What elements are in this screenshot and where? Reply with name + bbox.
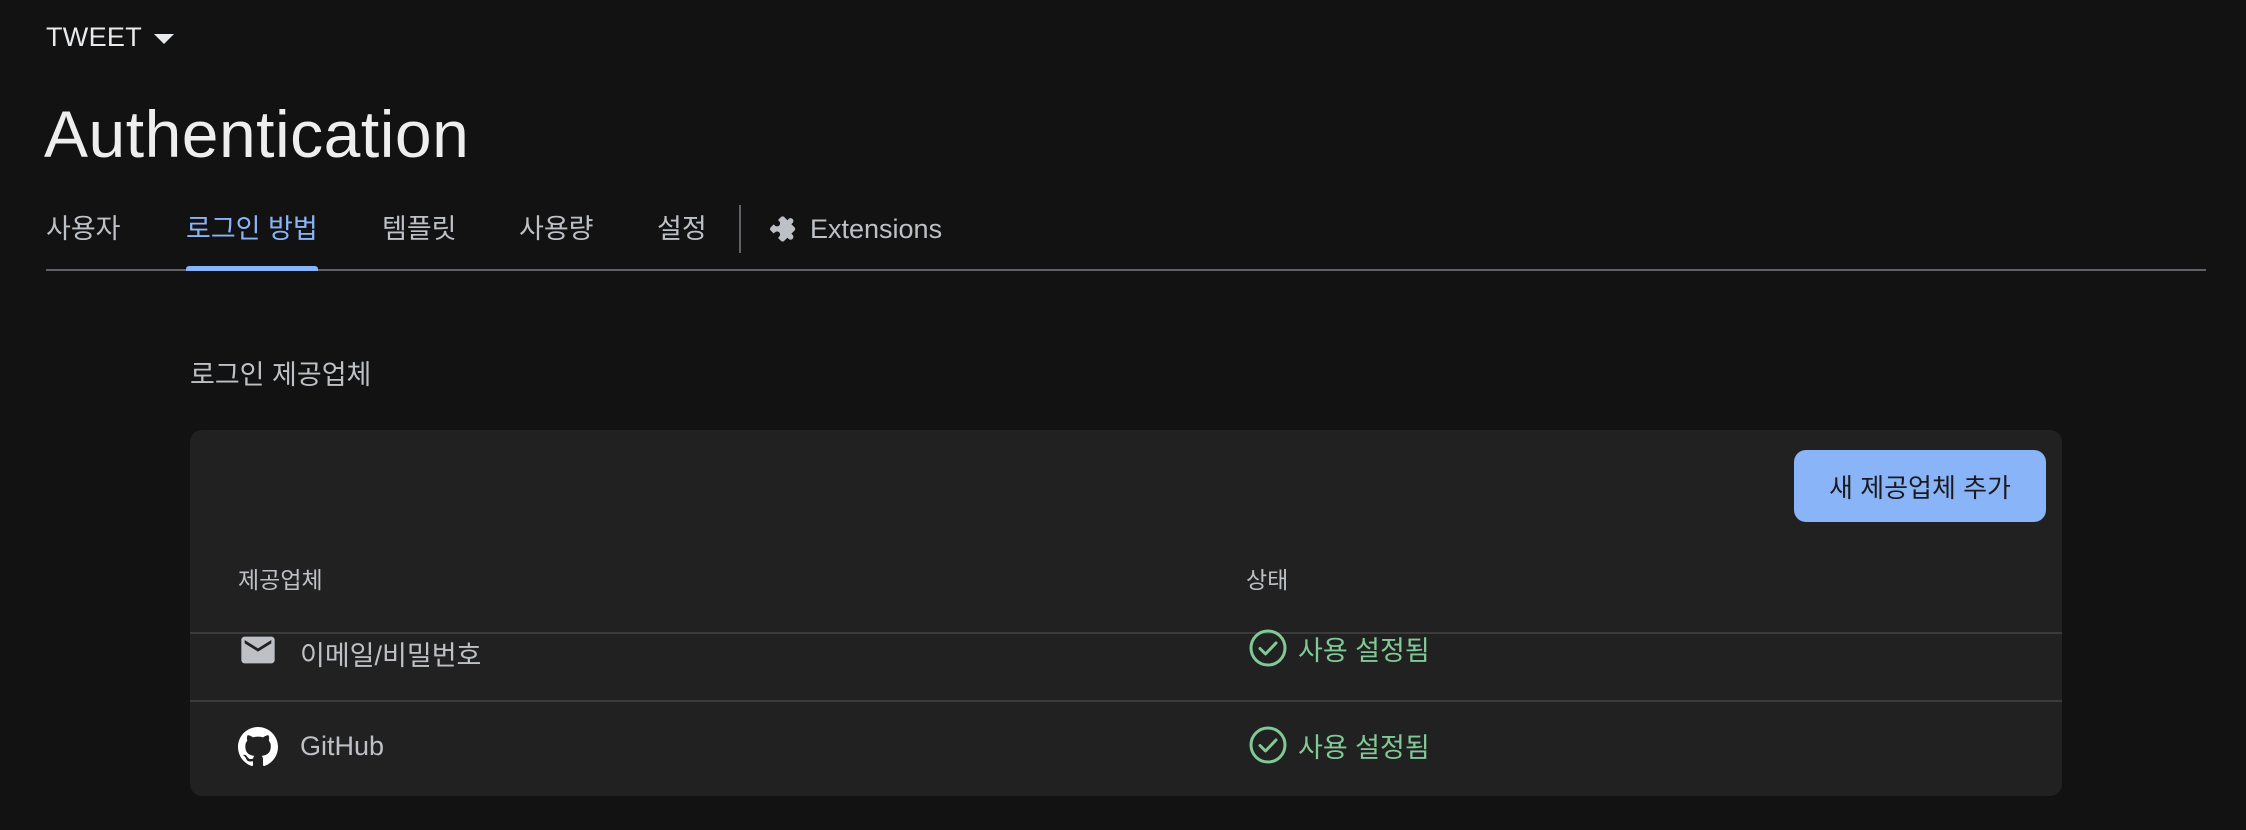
tab-templates[interactable]: 템플릿 <box>382 205 457 269</box>
status-badge: 사용 설정됨 <box>1248 628 1430 668</box>
table-row[interactable]: 이메일/비밀번호 사용 설정됨 <box>190 604 2062 702</box>
tab-extensions[interactable]: Extensions <box>770 205 942 253</box>
page: TWEET Authentication 사용자 로그인 방법 템플릿 사용량 … <box>0 0 2246 830</box>
providers-card: 새 제공업체 추가 제공업체 상태 이메일/비밀번호 사용 설정됨 GitHub… <box>190 430 2062 796</box>
column-header-status: 상태 <box>1246 567 1289 593</box>
add-provider-button[interactable]: 새 제공업체 추가 <box>1794 450 2046 522</box>
tab-templates-label: 템플릿 <box>382 214 457 244</box>
status-text: 사용 설정됨 <box>1298 732 1430 763</box>
tab-users[interactable]: 사용자 <box>46 205 121 269</box>
project-name: TWEET <box>46 22 142 52</box>
active-tab-indicator <box>186 266 318 271</box>
tab-divider <box>739 205 741 253</box>
mail-icon <box>238 630 278 670</box>
status-text: 사용 설정됨 <box>1298 635 1430 666</box>
puzzle-icon <box>770 214 800 244</box>
tab-settings[interactable]: 설정 <box>657 205 707 269</box>
tab-users-label: 사용자 <box>46 214 121 244</box>
tab-extensions-label: Extensions <box>810 214 943 244</box>
tab-usage-label: 사용량 <box>519 214 594 244</box>
tab-usage[interactable]: 사용량 <box>519 205 594 269</box>
tab-settings-label: 설정 <box>657 214 707 244</box>
section-label: 로그인 제공업체 <box>190 360 372 390</box>
tab-sign-in-method[interactable]: 로그인 방법 <box>186 205 318 271</box>
check-circle-icon <box>1248 725 1288 765</box>
github-icon <box>238 727 278 767</box>
page-title: Authentication <box>44 97 470 171</box>
caret-down-icon <box>154 34 174 44</box>
column-header-provider: 제공업체 <box>238 567 323 593</box>
provider-name: 이메일/비밀번호 <box>300 641 482 671</box>
project-selector[interactable]: TWEET <box>46 22 174 53</box>
tab-bar: 사용자 로그인 방법 템플릿 사용량 설정 Extensions <box>46 205 2206 271</box>
status-badge: 사용 설정됨 <box>1248 725 1430 765</box>
check-circle-icon <box>1248 628 1288 668</box>
tab-sign-in-method-label: 로그인 방법 <box>186 214 318 244</box>
provider-name: GitHub <box>300 731 385 761</box>
table-row[interactable]: GitHub 사용 설정됨 <box>190 701 2062 796</box>
